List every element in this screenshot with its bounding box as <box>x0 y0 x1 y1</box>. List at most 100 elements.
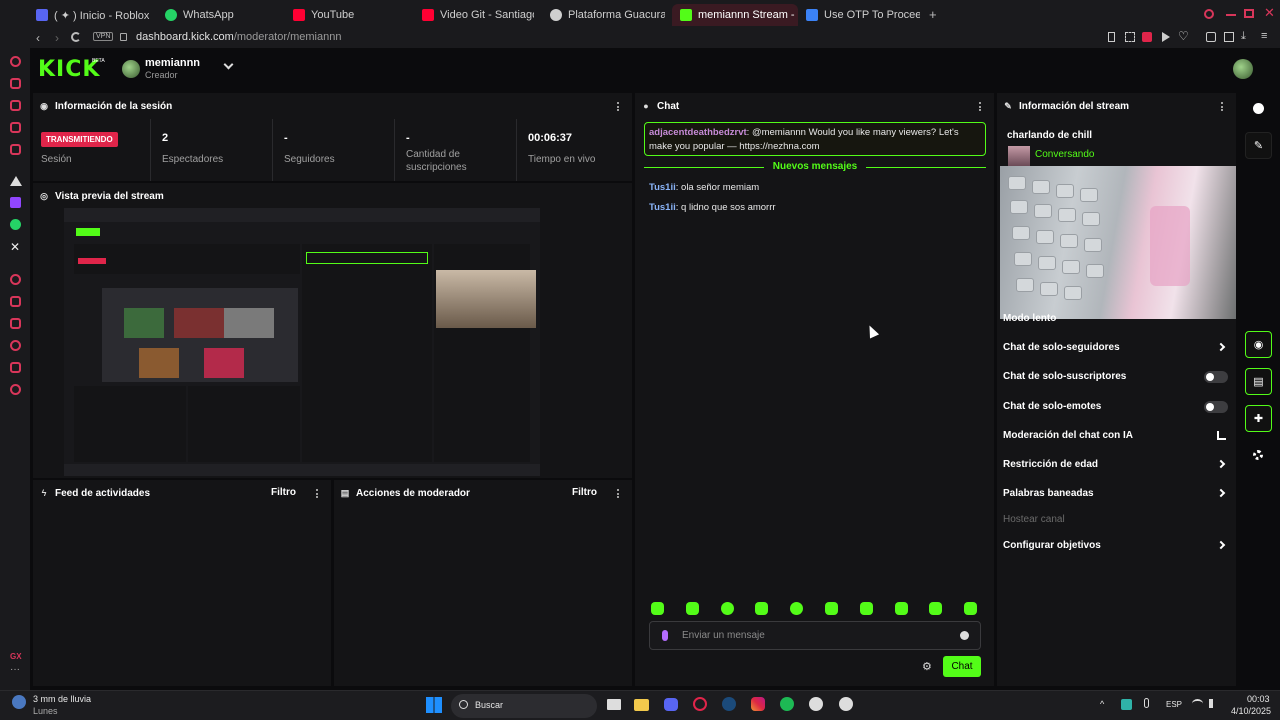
chat-input[interactable]: Enviar un mensaje <box>649 621 981 650</box>
tab-guacurari[interactable]: Plataforma Guacurarí <box>550 4 665 26</box>
url-field[interactable]: dashboard.kick.com/moderator/memiannn <box>136 31 341 43</box>
mod-menu-icon[interactable] <box>617 489 620 498</box>
back-icon[interactable]: ‹ <box>36 31 40 45</box>
volume-icon[interactable] <box>1209 699 1218 708</box>
webcam-overlay[interactable] <box>1000 166 1236 319</box>
pocket-icon[interactable] <box>1142 32 1152 42</box>
tray-app-icon[interactable] <box>1121 699 1132 710</box>
emote-5[interactable] <box>790 602 803 615</box>
feed-filter-button[interactable]: Filtro <box>271 487 296 498</box>
tray-mic-icon[interactable] <box>1144 698 1149 708</box>
chat-send-button[interactable]: Chat <box>943 656 981 677</box>
menu-icon[interactable]: ≡ <box>1261 30 1267 42</box>
avatar[interactable] <box>122 60 140 78</box>
whatsapp-icon[interactable] <box>10 219 21 230</box>
search-box[interactable] <box>451 694 597 718</box>
chat-username[interactable]: Tus1ii <box>649 182 676 193</box>
more-icon[interactable]: ··· <box>10 664 20 675</box>
mod-filter-button[interactable]: Filtro <box>572 487 597 498</box>
reload-icon[interactable] <box>71 32 81 42</box>
chevron-down-icon[interactable] <box>223 59 234 70</box>
emote-9[interactable] <box>929 602 942 615</box>
steam-icon[interactable] <box>722 697 736 711</box>
obs-icon[interactable] <box>809 697 823 711</box>
clock-date[interactable]: 4/10/2025 <box>1231 706 1271 716</box>
emoji-icon[interactable] <box>960 631 969 640</box>
emote-10[interactable] <box>964 602 977 615</box>
twitch-icon[interactable] <box>10 100 21 111</box>
x-icon[interactable]: ✕ <box>10 240 20 254</box>
chat-settings-icon[interactable]: ⚙ <box>922 660 932 673</box>
search-tabs-icon[interactable] <box>1204 9 1214 19</box>
tab-otp[interactable]: Use OTP To Proceed - de <box>806 4 920 26</box>
external-link-icon[interactable] <box>1217 431 1226 440</box>
tab-whatsapp[interactable]: WhatsApp <box>165 4 275 26</box>
start-icon[interactable] <box>426 697 442 713</box>
gx-icon[interactable]: GX <box>10 652 22 661</box>
easy-files-icon[interactable] <box>1224 32 1234 42</box>
spotify-icon[interactable] <box>780 697 794 711</box>
opera-icon[interactable] <box>693 697 707 711</box>
weather-icon[interactable] <box>12 695 26 709</box>
setting-emotes-only[interactable]: Chat de solo-emotes <box>1003 401 1101 412</box>
circle-icon[interactable] <box>10 274 21 285</box>
clock-time[interactable]: 00:03 <box>1247 694 1270 704</box>
emote-1[interactable] <box>651 602 664 615</box>
emote-7[interactable] <box>860 602 873 615</box>
screenshot-icon[interactable] <box>1125 32 1135 42</box>
app-icon[interactable] <box>839 697 853 711</box>
video-icon[interactable] <box>10 122 21 133</box>
stream-preview-video[interactable] <box>64 208 540 476</box>
chat-username[interactable]: Tus1ii <box>649 202 676 213</box>
forward-icon[interactable]: › <box>55 31 59 45</box>
extensions-icon[interactable] <box>1206 32 1216 42</box>
setting-followers-only[interactable]: Chat de solo-seguidores <box>1003 342 1120 353</box>
twitch-app-icon[interactable] <box>10 197 21 208</box>
toggle-subscribers-only[interactable] <box>1204 371 1228 383</box>
maximize-icon[interactable] <box>1244 9 1254 18</box>
toggle-emotes-only[interactable] <box>1204 401 1228 413</box>
tab-video-git[interactable]: Video Git - Santiago Duar <box>422 4 534 26</box>
edit-button[interactable]: ✎ <box>1245 132 1272 159</box>
tab-youtube[interactable]: YouTube <box>293 4 403 26</box>
instagram-icon[interactable] <box>751 697 765 711</box>
minimize-icon[interactable] <box>1226 14 1236 16</box>
language-indicator[interactable]: ESP <box>1166 700 1182 709</box>
heart-icon[interactable]: ♡ <box>1178 29 1189 43</box>
tab-roblox[interactable]: ( ✦ ) Inicio - Roblox <box>36 4 160 26</box>
arc-icon[interactable] <box>10 176 22 186</box>
emote-8[interactable] <box>895 602 908 615</box>
chat-username[interactable]: adjacentdeathbedzrvt <box>649 127 747 138</box>
setting-ai-moderation[interactable]: Moderación del chat con IA <box>1003 430 1133 441</box>
discord-icon[interactable] <box>664 698 678 711</box>
tab-kick-stream[interactable]: memiannn Stream - K <box>672 4 798 26</box>
chat-menu-icon[interactable] <box>979 102 982 111</box>
close-window-icon[interactable]: ✕ <box>1264 5 1275 21</box>
more-tools-icon[interactable] <box>1253 450 1263 460</box>
wrench-button[interactable]: ✚ <box>1245 405 1272 432</box>
stream-category[interactable]: Conversando <box>1035 149 1094 160</box>
emote-2[interactable] <box>686 602 699 615</box>
history-icon[interactable] <box>10 340 21 351</box>
wifi-icon[interactable] <box>1192 699 1203 708</box>
box-icon[interactable] <box>10 296 21 307</box>
feed-menu-icon[interactable] <box>316 489 319 498</box>
setting-subscribers-only[interactable]: Chat de solo-suscriptores <box>1003 371 1126 382</box>
setting-banned-words[interactable]: Palabras baneadas <box>1003 488 1094 499</box>
mic-icon[interactable] <box>662 630 668 641</box>
play-icon[interactable] <box>1162 32 1170 42</box>
settings-icon[interactable] <box>10 384 21 395</box>
bookmark-icon[interactable] <box>1108 32 1115 42</box>
setting-goals[interactable]: Configurar objetivos <box>1003 540 1101 551</box>
setting-slow-mode[interactable]: Modo lento <box>1003 313 1056 324</box>
info-icon[interactable] <box>1253 103 1264 114</box>
extension-icon[interactable] <box>10 362 21 373</box>
layout-button[interactable]: ▤ <box>1245 368 1272 395</box>
emote-3[interactable] <box>721 602 734 615</box>
taskview-icon[interactable] <box>607 699 621 710</box>
cube-icon[interactable] <box>10 318 21 329</box>
vpn-badge[interactable]: VPN <box>93 32 114 41</box>
user-avatar[interactable] <box>1233 59 1253 79</box>
stream-info-menu-icon[interactable] <box>1221 102 1224 111</box>
emote-4[interactable] <box>755 602 768 615</box>
